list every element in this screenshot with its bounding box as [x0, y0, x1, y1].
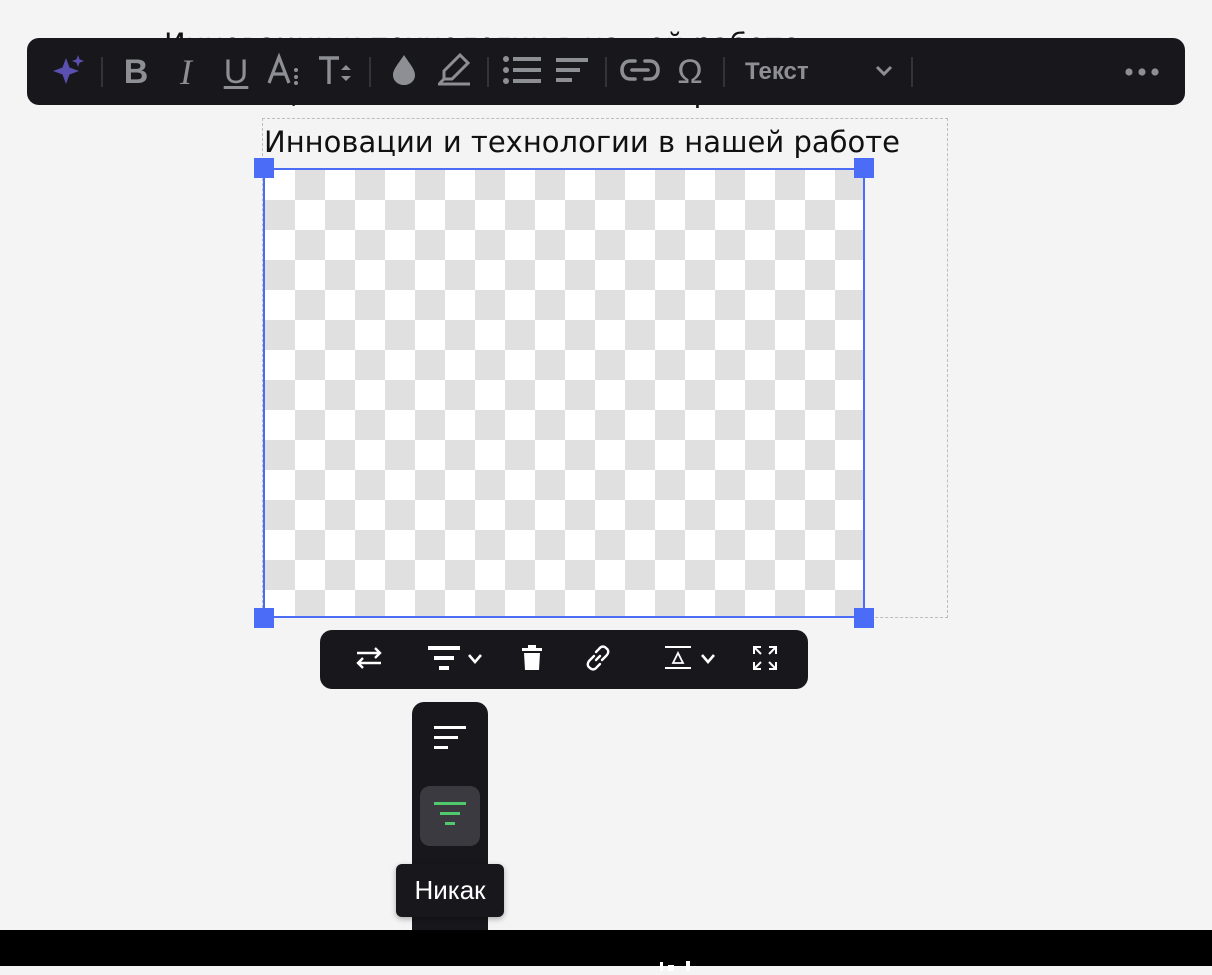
chevron-down-icon [700, 650, 716, 669]
toolbar-divider [369, 56, 371, 87]
toolbar-divider [101, 56, 103, 87]
image-placeholder[interactable] [263, 168, 865, 618]
alignment-icon [427, 645, 461, 675]
italic-icon: I [180, 51, 192, 92]
underline-button[interactable]: U [211, 49, 261, 95]
text-align-button[interactable] [547, 49, 597, 95]
ai-assistant-button[interactable] [43, 49, 93, 95]
image-link-button[interactable] [559, 638, 636, 682]
fullscreen-icon [752, 645, 778, 675]
bottom-bar [0, 930, 1212, 966]
delete-icon [521, 644, 543, 675]
link-icon [620, 56, 660, 88]
caption-dropdown[interactable] [642, 638, 738, 682]
bulleted-list-icon [502, 54, 542, 90]
align-none-icon [433, 801, 467, 831]
image-caption[interactable]: Инновации и технологии в нашей работе [264, 122, 900, 162]
replace-icon [355, 646, 383, 673]
text-color-icon [388, 52, 420, 92]
resize-handle-bottom-left[interactable] [254, 608, 274, 628]
more-options-button[interactable] [1117, 49, 1167, 95]
italic-button[interactable]: I [161, 49, 211, 95]
chevron-down-icon [467, 650, 483, 669]
text-align-icon [554, 56, 590, 88]
special-character-icon: Ω [677, 52, 703, 91]
tooltip: Никак [396, 864, 504, 917]
bold-icon: B [123, 52, 149, 91]
ai-sparkle-icon [50, 52, 86, 92]
replace-image-button[interactable] [338, 638, 399, 682]
bold-button[interactable]: B [111, 49, 161, 95]
highlight-button[interactable] [429, 49, 479, 95]
resize-handle-top-left[interactable] [254, 158, 274, 178]
toolbar-divider [487, 56, 489, 87]
image-alignment-dropdown[interactable] [407, 638, 503, 682]
bulleted-list-button[interactable] [497, 49, 547, 95]
align-left-option[interactable] [420, 710, 480, 770]
special-character-button[interactable]: Ω [665, 49, 715, 95]
resize-handle-top-right[interactable] [854, 158, 874, 178]
font-size-icon [266, 52, 306, 92]
text-style-selected-value: Текст [745, 57, 809, 85]
link-icon [584, 644, 612, 676]
toolbar-divider [723, 56, 725, 87]
highlight-icon [434, 52, 474, 92]
insert-link-button[interactable] [615, 49, 665, 95]
resize-handle-bottom-right[interactable] [854, 608, 874, 628]
delete-image-button[interactable] [505, 638, 559, 682]
bottom-bar-mark [652, 956, 708, 971]
fullscreen-button[interactable] [740, 638, 790, 682]
align-none-option[interactable] [420, 786, 480, 846]
text-height-button[interactable] [311, 49, 361, 95]
text-color-button[interactable] [379, 49, 429, 95]
underline-icon: U [223, 52, 249, 91]
chevron-down-icon [875, 62, 893, 81]
toolbar-divider [605, 56, 607, 87]
image-toolbar [320, 630, 808, 689]
align-left-icon [433, 725, 467, 755]
caption-icon [664, 645, 692, 675]
text-style-select[interactable]: Текст [733, 49, 903, 95]
more-options-icon [1124, 62, 1160, 81]
text-height-icon [316, 52, 356, 92]
font-size-button[interactable] [261, 49, 311, 95]
toolbar-divider [911, 56, 913, 87]
formatting-toolbar: B I U Ω Текст [27, 38, 1185, 105]
